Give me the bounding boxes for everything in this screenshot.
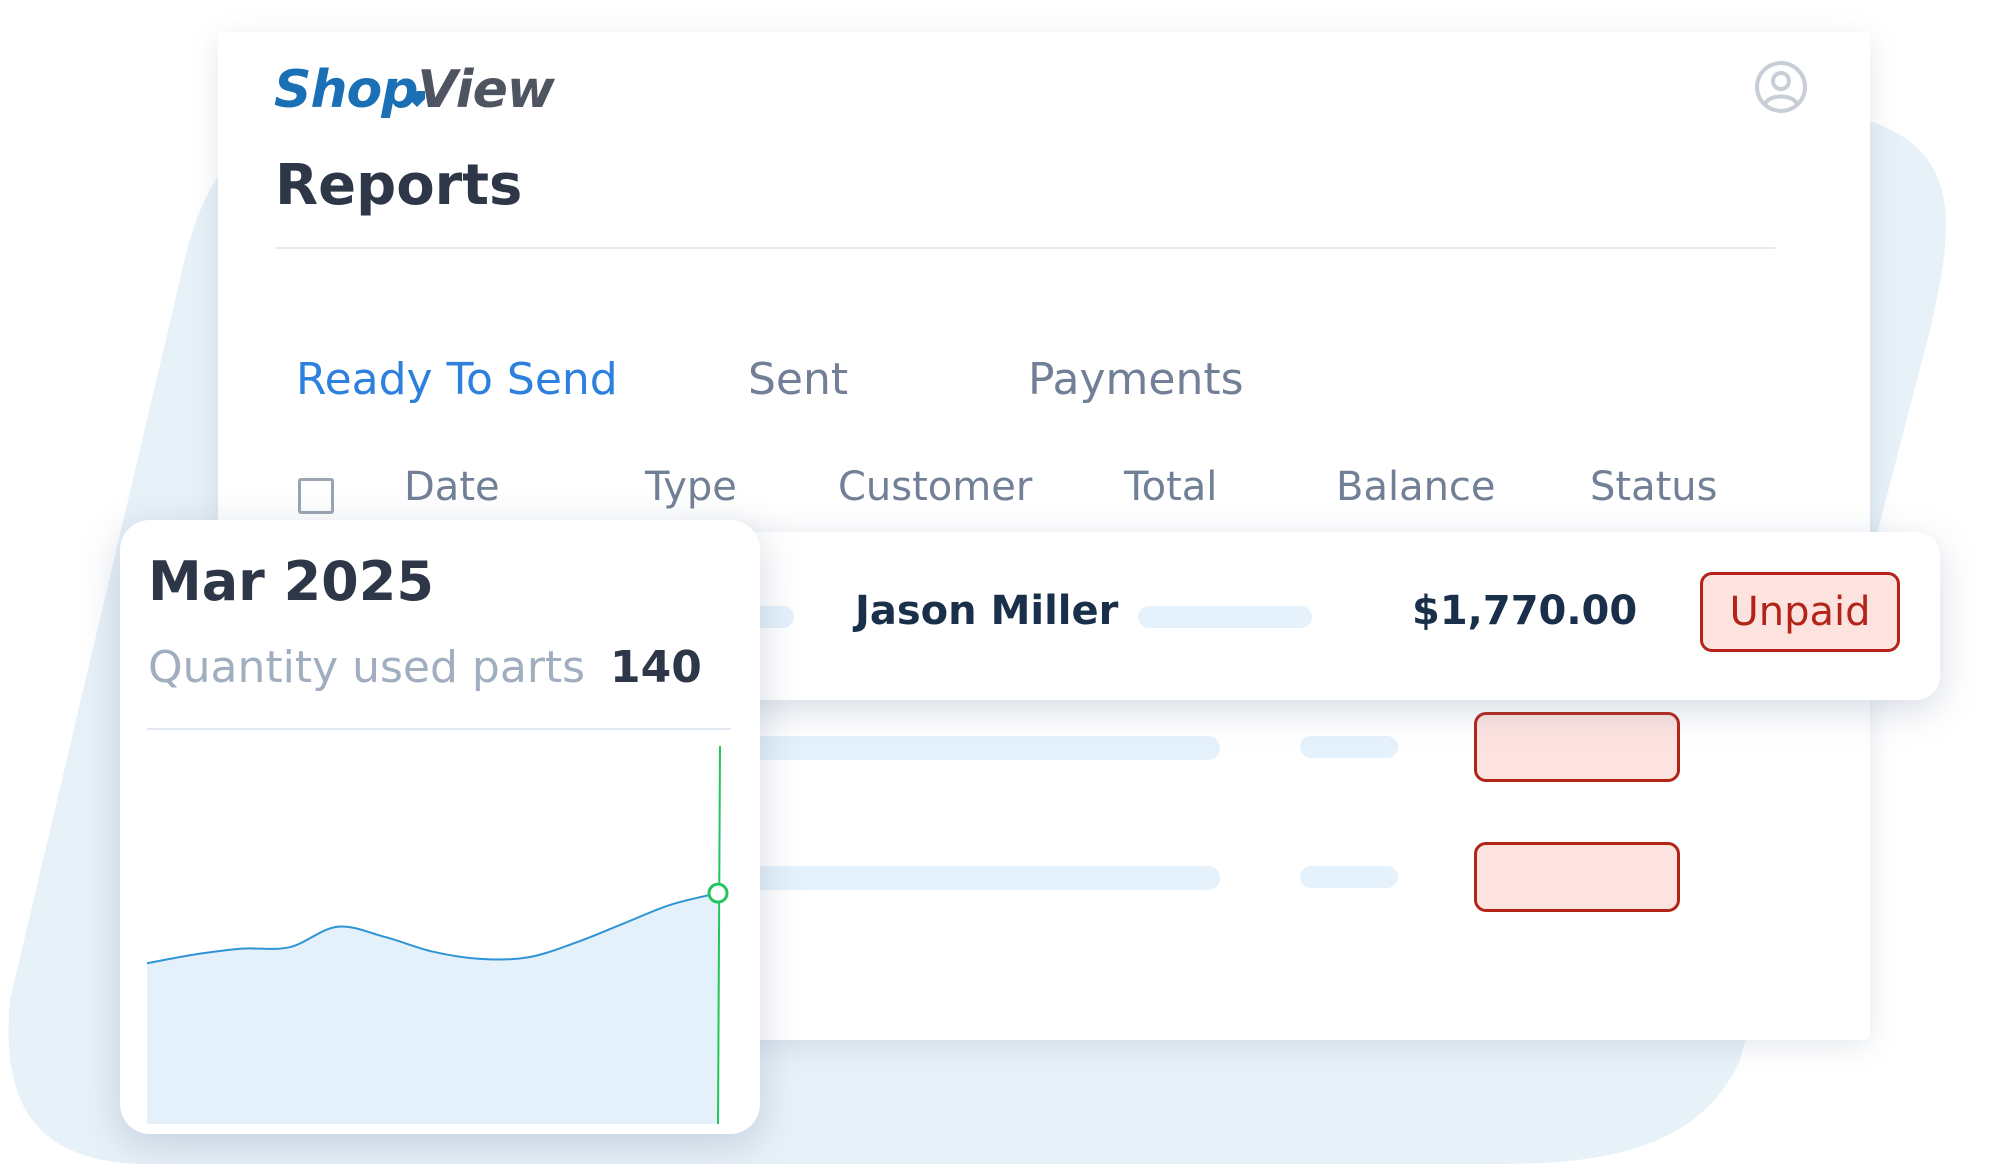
row-balance: $1,770.00 [1412, 588, 1638, 634]
table-row-highlighted[interactable]: Jason Miller $1,770.00 Unpaid [690, 532, 1940, 700]
tab-payments[interactable]: Payments [1028, 354, 1244, 405]
placeholder-bar [738, 866, 1220, 890]
shopview-logo[interactable]: ShopView [274, 52, 574, 128]
title-divider [275, 247, 1775, 249]
tab-ready-to-send[interactable]: Ready To Send [296, 354, 618, 405]
logo-text-shop: Shop [274, 60, 418, 120]
chart-card: Mar 2025 Quantity used parts 140 [120, 520, 760, 1134]
chart-month: Mar 2025 [148, 550, 434, 613]
column-header-status[interactable]: Status [1590, 464, 1717, 510]
column-header-customer[interactable]: Customer [838, 464, 1032, 510]
page-title: Reports [275, 153, 523, 218]
select-all-checkbox[interactable] [298, 478, 334, 514]
chart-highlight-point[interactable] [707, 882, 729, 904]
column-header-type[interactable]: Type [645, 464, 737, 510]
status-badge-placeholder[interactable] [1474, 712, 1680, 782]
placeholder-bar [1138, 606, 1312, 628]
column-header-total[interactable]: Total [1124, 464, 1217, 510]
row-customer: Jason Miller [855, 588, 1119, 634]
chart-cursor-line[interactable] [717, 745, 721, 1125]
placeholder-bar [1300, 736, 1398, 758]
tab-sent[interactable]: Sent [748, 354, 848, 405]
area-chart[interactable] [120, 730, 760, 1134]
status-badge-unpaid[interactable]: Unpaid [1700, 572, 1900, 652]
user-circle-icon[interactable] [1754, 60, 1808, 114]
chart-label: Quantity used parts [148, 642, 586, 693]
chart-value: 140 [610, 642, 702, 693]
tag-icon [409, 91, 425, 107]
placeholder-bar [1300, 866, 1398, 888]
column-header-date[interactable]: Date [404, 464, 500, 510]
column-header-balance[interactable]: Balance [1336, 464, 1496, 510]
logo-text-view: View [417, 60, 554, 120]
chart-area-fill [147, 893, 718, 1124]
status-badge-placeholder[interactable] [1474, 842, 1680, 912]
placeholder-bar [738, 736, 1220, 760]
